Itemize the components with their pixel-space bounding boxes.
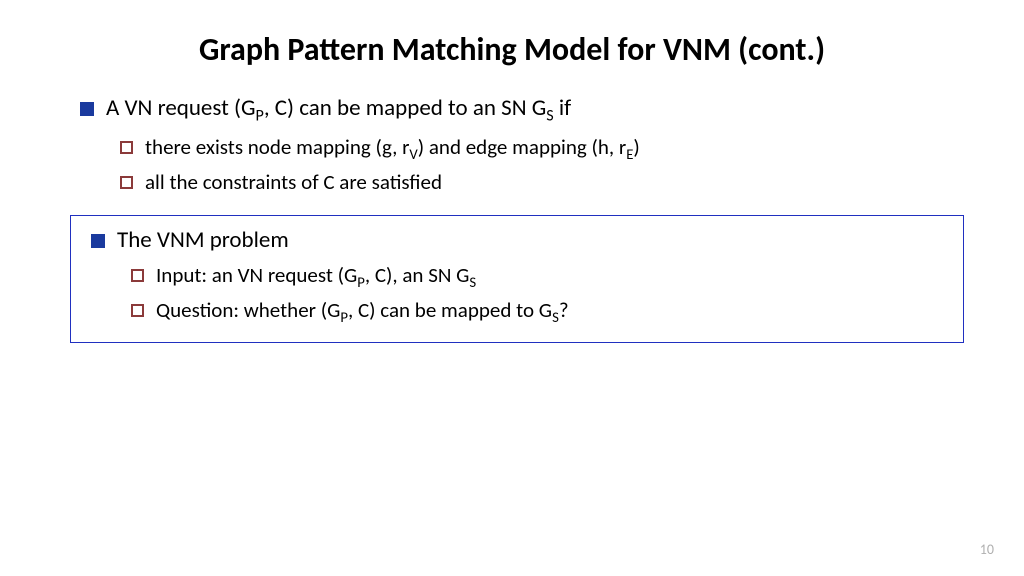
page-number: 10 xyxy=(980,541,994,558)
bullet-2: The VNM problem xyxy=(91,226,953,254)
sub-bullet-1-1-text: there exists node mapping (g, rV) and ed… xyxy=(145,134,640,163)
hollow-square-bullet-icon xyxy=(120,176,133,189)
sub-bullet-1-1: there exists node mapping (g, rV) and ed… xyxy=(120,134,954,163)
sub-bullet-2-1-text: Input: an VN request (GP, C), an SN GS xyxy=(156,262,476,291)
hollow-square-bullet-icon xyxy=(131,269,144,282)
bullet-2-text: The VNM problem xyxy=(117,226,289,254)
sub-bullet-2-1: Input: an VN request (GP, C), an SN GS xyxy=(131,262,953,291)
boxed-section: The VNM problem Input: an VN request (GP… xyxy=(70,215,964,343)
hollow-square-bullet-icon xyxy=(131,304,144,317)
filled-square-bullet-icon xyxy=(80,102,94,116)
slide-title: Graph Pattern Matching Model for VNM (co… xyxy=(50,30,974,69)
filled-square-bullet-icon xyxy=(91,234,105,248)
sub-bullet-2-2: Question: whether (GP, C) can be mapped … xyxy=(131,297,953,326)
sub-bullet-1-2-text: all the constraints of C are satisfied xyxy=(145,169,442,195)
bullet-1-text: A VN request (GP, C) can be mapped to an… xyxy=(106,94,571,126)
sub-bullet-1-2: all the constraints of C are satisfied xyxy=(120,169,954,195)
slide-content: A VN request (GP, C) can be mapped to an… xyxy=(50,94,974,343)
sub-bullet-2-2-text: Question: whether (GP, C) can be mapped … xyxy=(156,297,569,326)
hollow-square-bullet-icon xyxy=(120,141,133,154)
bullet-1: A VN request (GP, C) can be mapped to an… xyxy=(80,94,954,126)
